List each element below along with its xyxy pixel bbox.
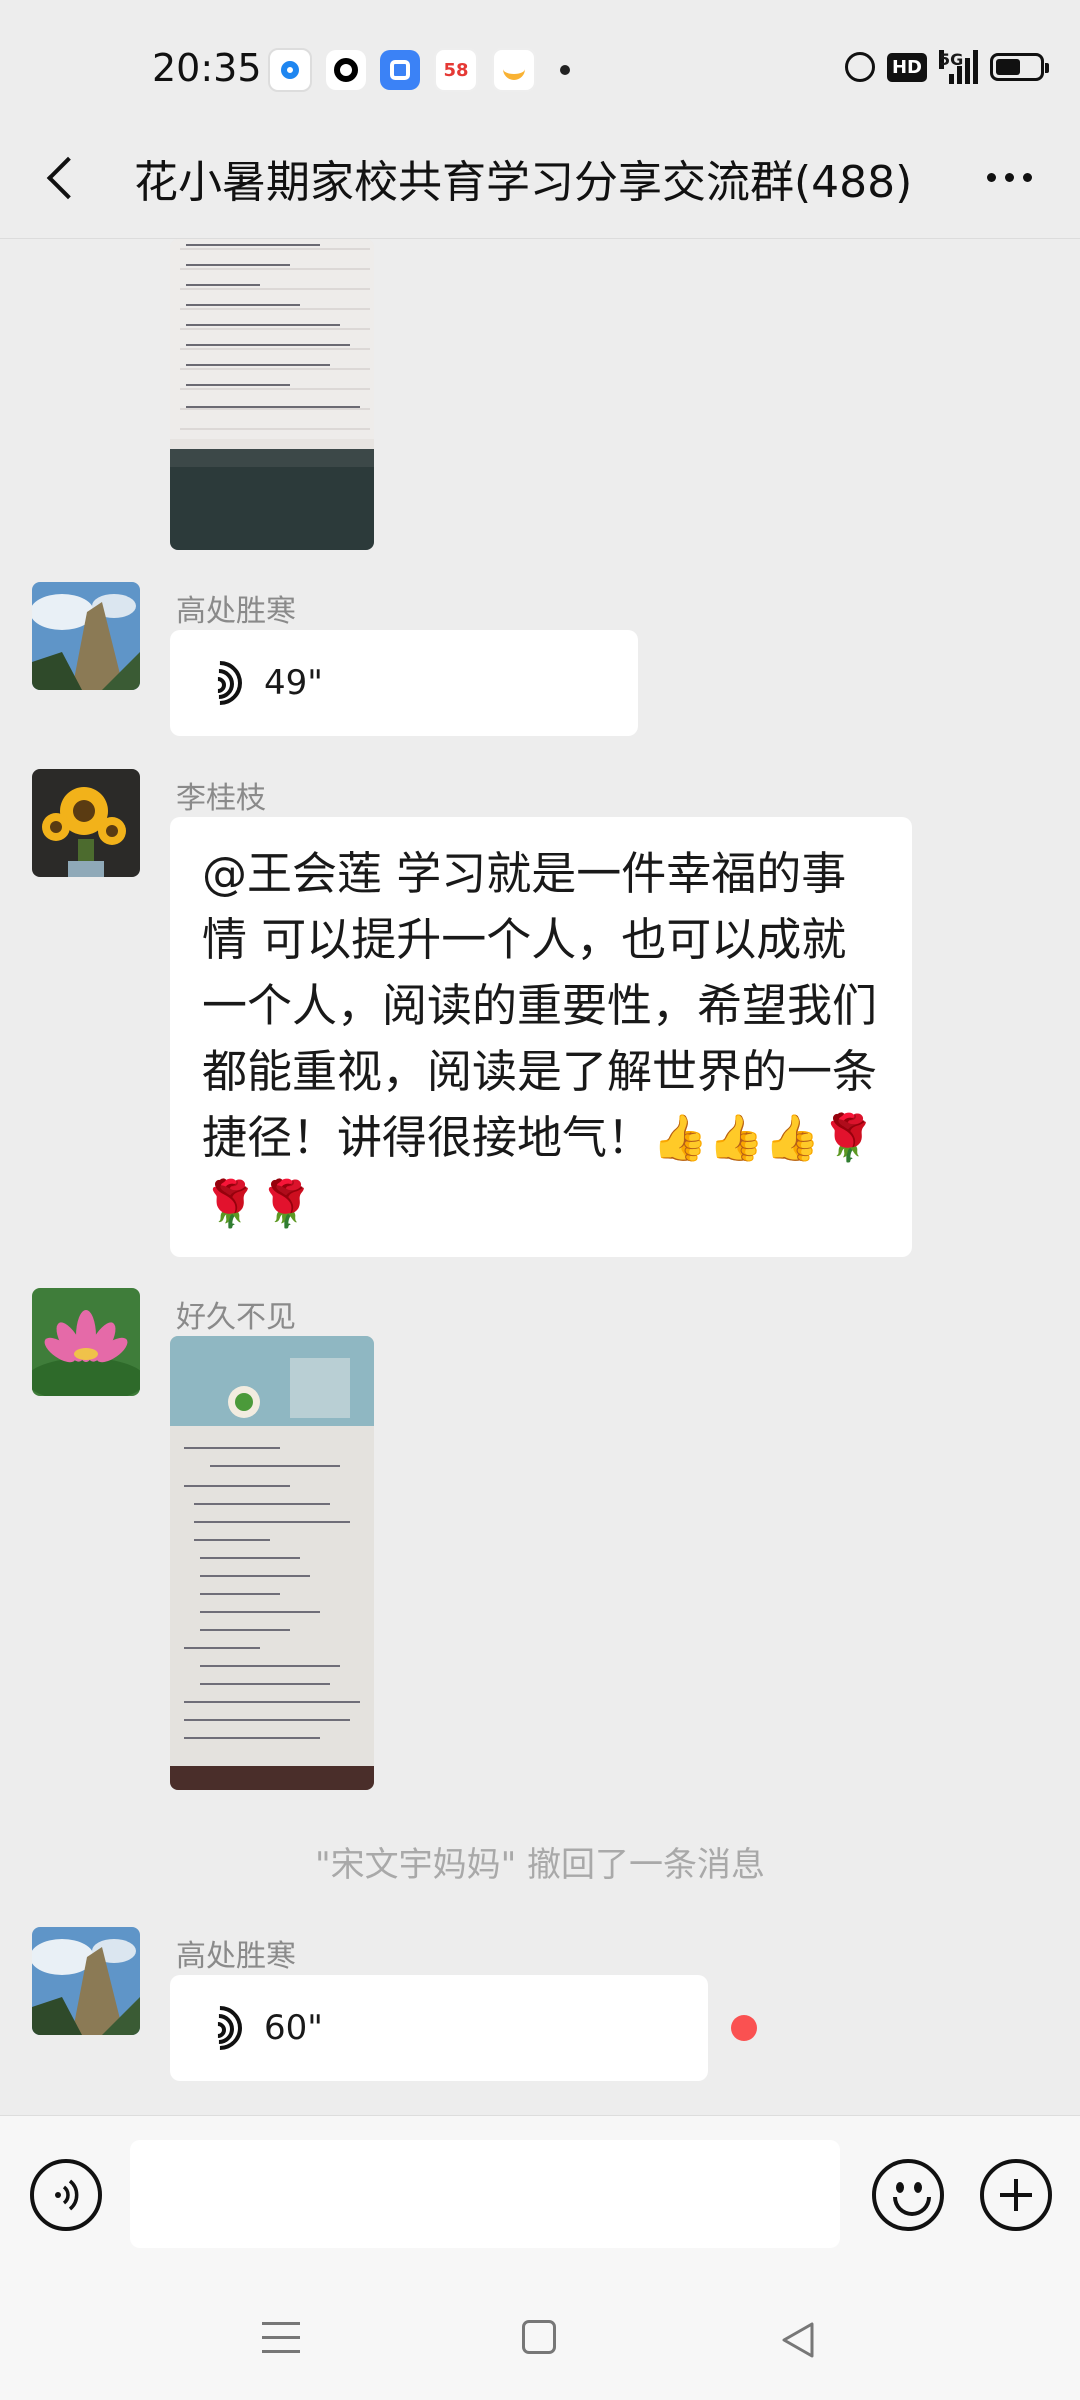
sender-name: 李桂枝 — [176, 781, 266, 816]
voice-duration: 49" — [264, 663, 323, 703]
voice-wave-icon — [188, 651, 252, 715]
voice-wave-icon — [188, 1996, 252, 2060]
home-icon[interactable] — [522, 2320, 556, 2354]
more-dots-icon[interactable] — [974, 152, 1044, 202]
avatar[interactable] — [32, 582, 140, 690]
system-nav-bar — [0, 2276, 1080, 2400]
recall-notice: "宋文宇妈妈" 撤回了一条消息 — [314, 1845, 766, 1885]
title-bar: 花小暑期家校共育学习分享交流群(488) — [0, 128, 1080, 239]
image-message[interactable] — [170, 1336, 374, 1790]
menu-icon[interactable] — [262, 2322, 300, 2356]
alarm-icon — [844, 52, 875, 82]
lotus-avatar-image — [32, 1288, 140, 1396]
voice-wave-icon — [55, 2179, 79, 2211]
sunflower-avatar-image — [32, 769, 140, 877]
mountain-avatar-image — [32, 1927, 140, 2035]
status-time: 20:35 — [152, 46, 262, 90]
text-message-bubble[interactable]: @王会莲 学习就是一件幸福的事情 可以提升一个人，也可以成就一个人，阅读的重要性… — [170, 817, 912, 1257]
plus-icon[interactable] — [980, 2159, 1052, 2231]
message-input[interactable] — [130, 2140, 840, 2248]
voice-message-bubble[interactable]: 49" — [170, 630, 638, 736]
system-icons: HD 5G — [844, 50, 1049, 84]
chat-title: 花小暑期家校共育学习分享交流群(488) — [134, 157, 913, 208]
chevron-left-icon[interactable] — [32, 148, 92, 208]
mountain-avatar-image — [32, 582, 140, 690]
smile-app-notification-icon — [492, 48, 536, 92]
hd-badge: HD — [886, 52, 927, 82]
window-app-notification-icon — [380, 50, 420, 90]
voice-message-bubble[interactable]: 60" — [170, 1975, 708, 2081]
app-notification-icon — [268, 48, 312, 92]
unread-voice-dot — [731, 2015, 757, 2041]
homework-photo — [170, 1336, 374, 1790]
sender-name: 高处胜寒 — [176, 1939, 296, 1974]
chat-area[interactable]: 高处胜寒 49" 李桂枝 @王会莲 学习就是一件幸福的事情 可以提升一个人，也可… — [0, 239, 1080, 2115]
notebook-photo — [170, 239, 374, 550]
sender-name: 好久不见 — [176, 1300, 296, 1335]
app-58-notification-icon: 58 — [434, 48, 478, 92]
status-bar: 20:35 58 HD 5G — [0, 0, 1080, 140]
voice-input-icon[interactable] — [30, 2159, 102, 2231]
image-message[interactable] — [170, 239, 374, 550]
sender-name: 高处胜寒 — [176, 594, 296, 629]
network-label: 5G — [939, 50, 964, 69]
battery-icon — [990, 53, 1049, 81]
signal-icon: 5G — [939, 50, 978, 84]
emoji-icon[interactable] — [872, 2159, 944, 2231]
avatar[interactable] — [32, 769, 140, 877]
back-triangle-icon[interactable] — [778, 2320, 818, 2360]
voice-duration: 60" — [264, 2008, 323, 2048]
avatar[interactable] — [32, 1927, 140, 2035]
notification-icons: 58 — [268, 48, 570, 92]
more-notifications-dot — [560, 65, 570, 75]
input-bar — [0, 2115, 1080, 2276]
avatar[interactable] — [32, 1288, 140, 1396]
search-app-notification-icon — [326, 50, 366, 90]
